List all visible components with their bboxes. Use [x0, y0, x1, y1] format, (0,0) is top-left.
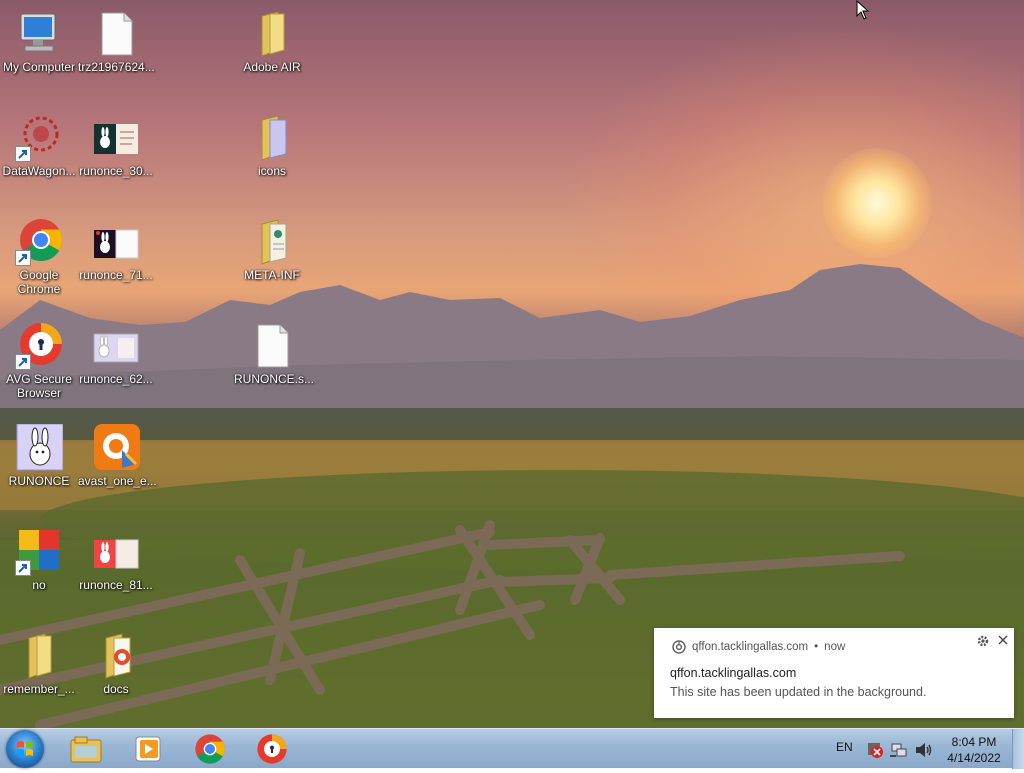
shortcut-arrow-icon [15, 560, 31, 576]
shortcut-arrow-icon [15, 354, 31, 370]
desktop-icon-meta-inf[interactable]: META-INF [234, 218, 310, 282]
desktop-icon-runonce-app[interactable]: RUNONCE [1, 423, 77, 488]
desktop-icon-runonce-62[interactable]: runonce_62... [78, 322, 154, 386]
folder-icon [248, 218, 296, 266]
desktop-icon-label: RUNONCE.s... [234, 372, 315, 386]
mouse-cursor-icon [856, 0, 870, 20]
avg-antivirus-icon [15, 528, 63, 576]
desktop-icon-docs[interactable]: docs [78, 632, 154, 696]
desktop-icon-runonce-81[interactable]: runonce_81... [78, 528, 154, 592]
desktop-icon-runonce-s[interactable]: RUNONCE.s... [234, 322, 315, 386]
file-icon [248, 322, 296, 370]
desktop-icon-label: Google Chrome [17, 268, 61, 296]
notification-title: qffon.tacklingallas.com [670, 666, 797, 680]
desktop-icon-no[interactable]: no [1, 528, 77, 592]
desktop-icon-label: AVG Secure Browser [6, 372, 72, 400]
desktop-icon-label: docs [103, 682, 129, 696]
folder-icon [248, 10, 296, 58]
start-button[interactable] [6, 730, 44, 768]
folder-icon [248, 114, 296, 162]
desktop-icon-label: DataWagon... [2, 164, 76, 178]
folder-icon [92, 632, 140, 680]
taskbar-avg-browser-button[interactable] [244, 731, 300, 767]
close-icon[interactable] [996, 633, 1010, 647]
taskbar-explorer-button[interactable] [58, 731, 114, 767]
desktop-icon-runonce-71[interactable]: runonce_71... [78, 218, 154, 282]
desktop-icon-label: remember_... [3, 682, 75, 696]
notification-time: now [824, 641, 846, 653]
notification-source: qffon.tacklingallas.com [692, 641, 809, 653]
clock-time: 8:04 PM [951, 735, 997, 749]
desktop-icon-my-computer[interactable]: My Computer [1, 10, 77, 74]
file-icon [92, 10, 140, 58]
language-indicator[interactable]: EN [836, 740, 853, 754]
media-player-icon [135, 736, 161, 762]
bunny-image-icon [92, 322, 140, 370]
desktop-icon-label: runonce_62... [79, 372, 153, 386]
security-alert-icon[interactable] [866, 741, 884, 759]
desktop-icon-google-chrome[interactable]: Google Chrome [1, 218, 77, 296]
desktop-icon-label: runonce_30... [79, 164, 153, 178]
desktop-icon-label: RUNONCE [8, 474, 70, 488]
desktop-icon-label: META-INF [244, 268, 300, 282]
taskbar: EN 8:04 PM 4/14/2022 [0, 728, 1024, 769]
chrome-small-icon [672, 640, 686, 654]
desktop-icon-avg-browser[interactable]: AVG Secure Browser [1, 322, 77, 400]
volume-icon[interactable] [914, 741, 932, 759]
bunny-image-icon [92, 528, 140, 576]
system-clock[interactable]: 8:04 PM 4/14/2022 [938, 734, 1010, 766]
computer-icon [15, 10, 63, 58]
bunny-image-icon [92, 218, 140, 266]
desktop-icon-label: Adobe AIR [243, 60, 301, 74]
gear-icon[interactable] [976, 634, 990, 648]
notification-header: qffon.tacklingallas.com • now [672, 640, 845, 654]
notification-toast[interactable]: qffon.tacklingallas.com • now qffon.tack… [654, 628, 1014, 718]
chrome-icon [195, 734, 225, 764]
bunny-icon [15, 423, 64, 472]
taskbar-media-player-button[interactable] [120, 731, 176, 767]
avg-browser-icon [15, 322, 63, 370]
desktop-icon-avast-one[interactable]: avast_one_e... [78, 424, 157, 488]
notification-separator: • [814, 641, 819, 653]
desktop-icon-runonce-30[interactable]: runonce_30... [78, 114, 154, 178]
folder-icon [15, 632, 63, 680]
desktop-icon-label: icons [257, 164, 286, 178]
desktop-icon-datawagon[interactable]: DataWagon... [1, 114, 77, 178]
desktop-icon-label: My Computer [2, 60, 76, 74]
desktop-icon-label: runonce_81... [79, 578, 153, 592]
folder-icon [70, 736, 102, 763]
desktop-icon-trz-file[interactable]: trz21967624... [78, 10, 155, 74]
taskbar-chrome-button[interactable] [182, 731, 238, 767]
desktop-icon-label: no [32, 578, 46, 592]
clock-date: 4/14/2022 [947, 751, 1001, 765]
desktop-icon-label: avast_one_e... [78, 474, 157, 488]
avast-installer-icon [92, 424, 140, 472]
desktop-icon-adobe-air[interactable]: Adobe AIR [234, 10, 310, 74]
desktop-icon-label: trz21967624... [78, 60, 155, 74]
notification-body: This site has been updated in the backgr… [670, 685, 927, 699]
datawagon-icon [15, 114, 63, 162]
show-desktop-button[interactable] [1012, 729, 1024, 769]
shortcut-arrow-icon [15, 146, 31, 162]
bunny-image-icon [92, 114, 140, 162]
avg-browser-icon [257, 734, 287, 764]
desktop-icon-remember[interactable]: remember_... [1, 632, 77, 696]
desktop-icon-label: runonce_71... [79, 268, 153, 282]
desktop-icon-icons-folder[interactable]: icons [234, 114, 310, 178]
windows-logo-icon [17, 741, 33, 756]
network-icon[interactable] [890, 741, 908, 759]
shortcut-arrow-icon [15, 250, 31, 266]
chrome-icon [15, 218, 63, 266]
